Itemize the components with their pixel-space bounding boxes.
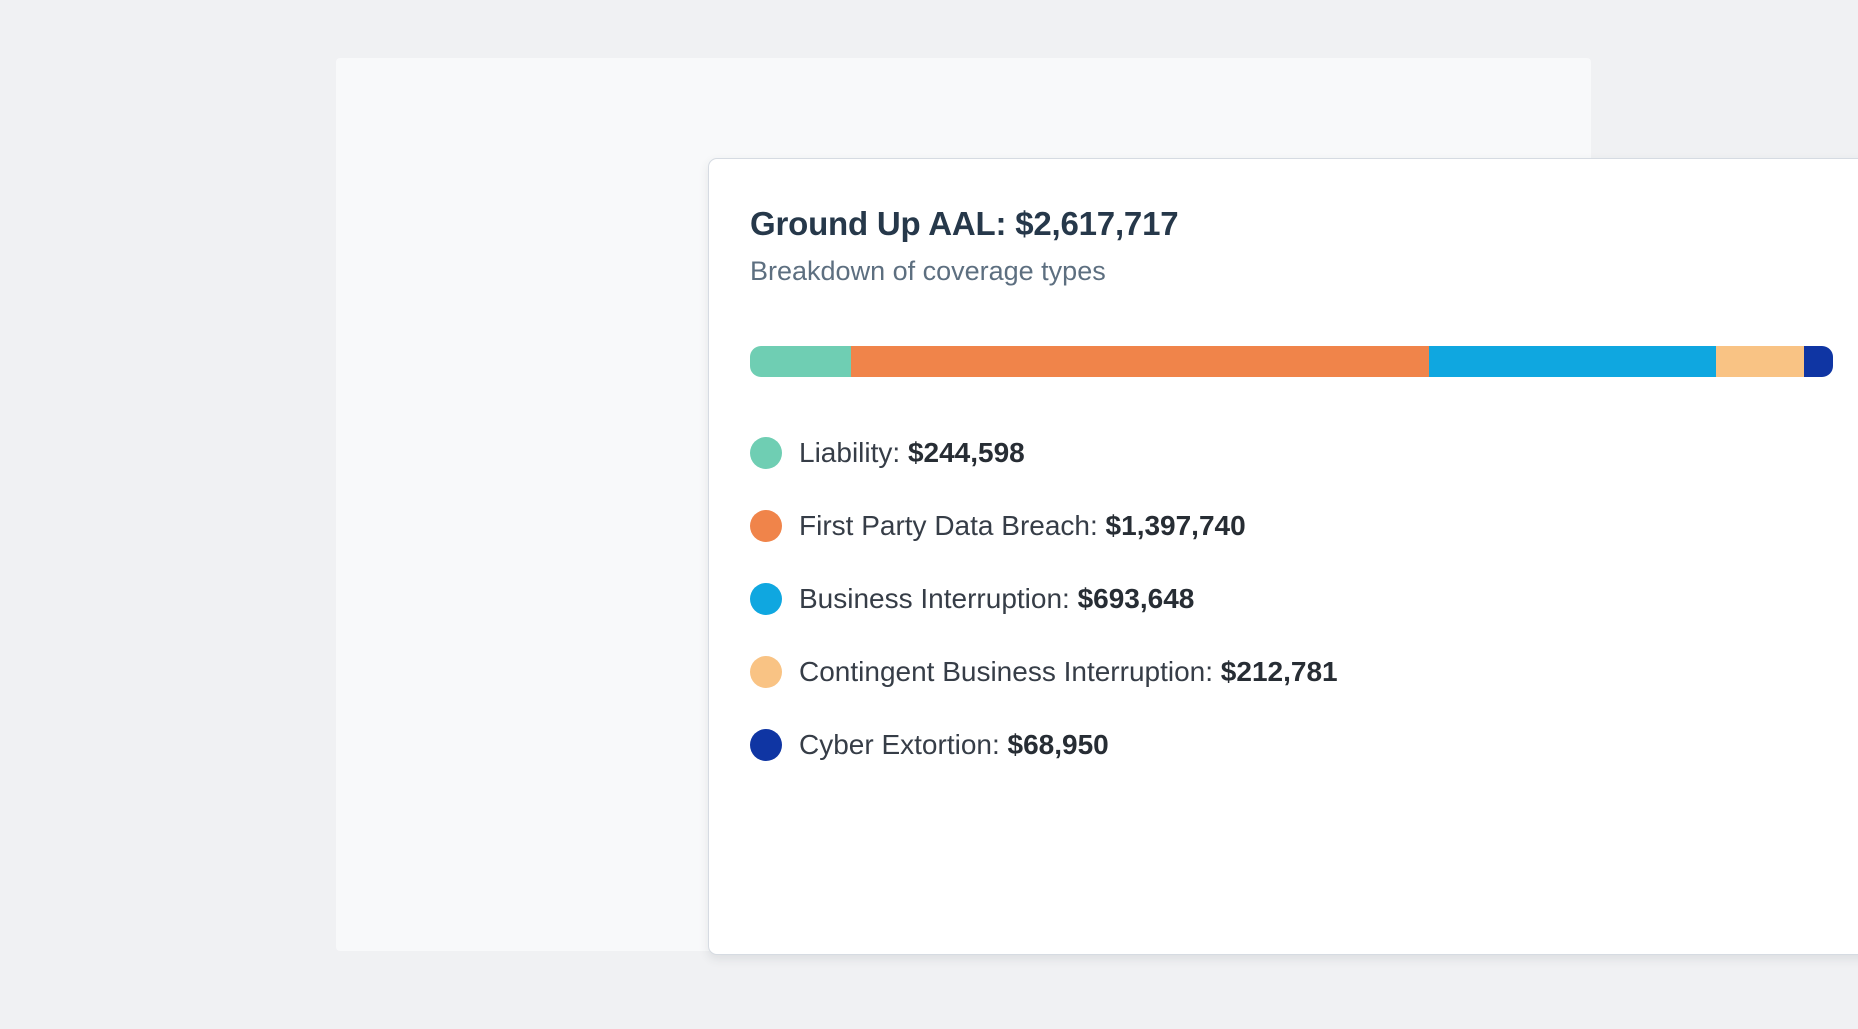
legend-text-cyber-extortion: Cyber Extortion: $68,950 — [799, 731, 1109, 759]
page-background: Ground Up AAL: $2,617,717 Breakdown of c… — [0, 0, 1858, 1029]
legend-value: $1,397,740 — [1098, 510, 1246, 541]
legend-dot-business-interruption — [750, 583, 782, 615]
coverage-stacked-bar — [750, 346, 1833, 377]
legend-text-liability: Liability: $244,598 — [799, 439, 1025, 467]
legend-text-first-party-data-breach: First Party Data Breach: $1,397,740 — [799, 512, 1246, 540]
legend-label: Contingent Business Interruption: — [799, 656, 1213, 687]
legend-item-liability: Liability: $244,598 — [750, 437, 1833, 469]
legend-item-first-party-data-breach: First Party Data Breach: $1,397,740 — [750, 510, 1833, 542]
bar-segment-first-party-data-breach — [851, 346, 1429, 377]
card-title: Ground Up AAL: $2,617,717 — [750, 203, 1833, 244]
legend-label: Cyber Extortion: — [799, 729, 1000, 760]
bar-segment-business-interruption — [1429, 346, 1716, 377]
legend-label: Liability: — [799, 437, 900, 468]
legend-label: First Party Data Breach: — [799, 510, 1098, 541]
legend-label: Business Interruption: — [799, 583, 1070, 614]
card-subtitle: Breakdown of coverage types — [750, 255, 1833, 289]
bar-segment-liability — [750, 346, 851, 377]
content-panel: Ground Up AAL: $2,617,717 Breakdown of c… — [336, 58, 1591, 951]
legend-dot-contingent-business-interruption — [750, 656, 782, 688]
legend-dot-first-party-data-breach — [750, 510, 782, 542]
bar-segment-cyber-extortion — [1804, 346, 1833, 377]
legend-value: $68,950 — [1000, 729, 1109, 760]
legend-item-cyber-extortion: Cyber Extortion: $68,950 — [750, 729, 1833, 761]
legend-value: $244,598 — [900, 437, 1025, 468]
bar-segment-contingent-business-interruption — [1716, 346, 1804, 377]
legend-item-business-interruption: Business Interruption: $693,648 — [750, 583, 1833, 615]
coverage-legend: Liability: $244,598 First Party Data Brea… — [750, 437, 1833, 761]
legend-dot-cyber-extortion — [750, 729, 782, 761]
legend-value: $212,781 — [1213, 656, 1338, 687]
legend-text-contingent-business-interruption: Contingent Business Interruption: $212,7… — [799, 658, 1338, 686]
aal-breakdown-card: Ground Up AAL: $2,617,717 Breakdown of c… — [708, 158, 1858, 955]
legend-item-contingent-business-interruption: Contingent Business Interruption: $212,7… — [750, 656, 1833, 688]
legend-dot-liability — [750, 437, 782, 469]
legend-text-business-interruption: Business Interruption: $693,648 — [799, 585, 1194, 613]
legend-value: $693,648 — [1070, 583, 1195, 614]
